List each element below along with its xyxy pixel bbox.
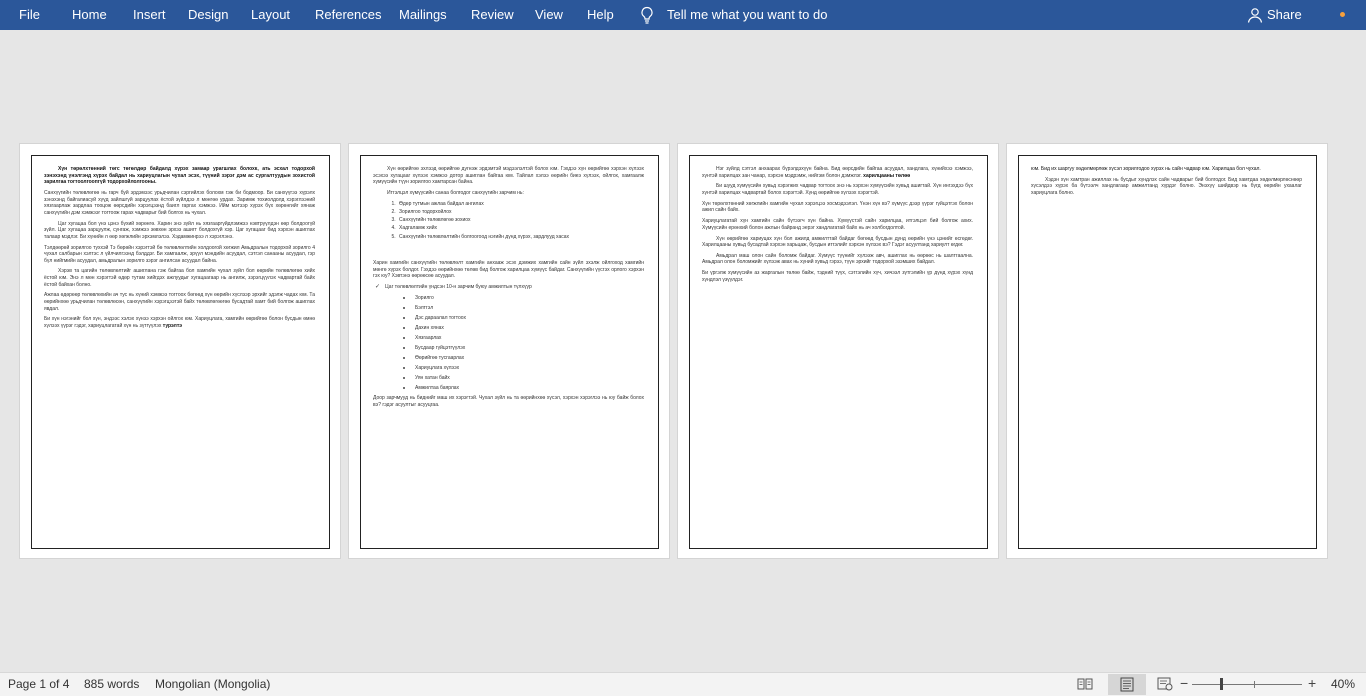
list-item: Хадгаламж хийх xyxy=(397,225,644,232)
paragraph: Амьдрал маш олон сайн боломж байдаг. Хүм… xyxy=(702,252,973,266)
page-2[interactable]: Хүн өөрийгөө эхлээд өөрийгөө дүгнэж эрдэ… xyxy=(348,143,670,559)
zoom-out-button[interactable]: − xyxy=(1180,675,1188,691)
paragraph: Хариуцлагатай хүн хамгийн сайн бүтээгч х… xyxy=(702,218,973,231)
list-item: Уян хатан байх xyxy=(403,375,644,382)
tab-home[interactable]: Home xyxy=(72,0,107,30)
page-3-text: Нэг зүйлд сэтгэл анхаарах бүрэлдэхүүн ба… xyxy=(702,166,973,288)
tab-design[interactable]: Design xyxy=(188,0,228,30)
list-item: Зорилгоо тодорхойлох xyxy=(397,209,644,216)
list-item: Өөрийгөө тусгаарлах xyxy=(403,355,644,362)
paragraph: Доор зарчмууд нь биднийг маш их хэрэгтэй… xyxy=(373,395,644,408)
paragraph: Би хүн нэгэнийг бол хүн, эндээс хэлэх хү… xyxy=(44,316,315,329)
list-item: Дэс дараалал тогтоох xyxy=(403,315,644,322)
lightbulb-icon xyxy=(641,6,653,24)
page-border: юм. Бид их шаргуу хөдөлмөрлөж хүсэл зори… xyxy=(1018,155,1317,549)
page-1-text: Хүн төрөлхтөнний төгс төгөлдөр байдалд х… xyxy=(44,166,315,334)
page-count[interactable]: Page 1 of 4 xyxy=(8,677,69,691)
zoom-slider-center-mark xyxy=(1254,681,1255,688)
language-indicator[interactable]: Mongolian (Mongolia) xyxy=(155,677,270,691)
page-border: Нэг зүйлд сэтгэл анхаарах бүрэлдэхүүн ба… xyxy=(689,155,988,549)
page-2-text: Хүн өөрийгөө эхлээд өөрийгөө дүгнэж эрдэ… xyxy=(373,166,644,412)
zoom-slider-track[interactable] xyxy=(1192,684,1302,685)
page-3[interactable]: Нэг зүйлд сэтгэл анхаарах бүрэлдэхүүн ба… xyxy=(677,143,999,559)
paragraph: Цаг хугацаа бол үнэ цэнэ бүхий хөрөнгө. … xyxy=(44,220,315,240)
share-button[interactable]: Share xyxy=(1267,0,1302,30)
page-border: Хүн төрөлхтөнний төгс төгөлдөр байдалд х… xyxy=(31,155,330,549)
list-item: Бэлтгэл xyxy=(403,305,644,312)
notification-dot xyxy=(1340,12,1345,17)
list-item: Амжилтаа баярлах xyxy=(403,385,644,392)
paragraph: Санхүүгийн төлөвлөгөө нь гарч буй эрдэмэ… xyxy=(44,189,315,216)
checkmark-icon: ✓ xyxy=(375,284,381,291)
paragraph: Нэг зүйлд сэтгэл анхаарах бүрэлдэхүүн ба… xyxy=(702,166,973,179)
list-item: Өдөр тутмын ажлаа байдал ангилах xyxy=(397,201,644,208)
page-4-text: юм. Бид их шаргуу хөдөлмөрлөж хүсэл зори… xyxy=(1031,166,1302,201)
paragraph: Хэрэв та цагийн төлөвлөлтийг ашиглана гэ… xyxy=(44,268,315,288)
paragraph: Хүн өөрийгөө хариуцах хүн бол ажилд амжи… xyxy=(702,235,973,249)
tab-help[interactable]: Help xyxy=(587,0,614,30)
word-count[interactable]: 885 words xyxy=(84,677,139,691)
page-4[interactable]: юм. Бид их шаргуу хөдөлмөрлөж хүсэл зори… xyxy=(1006,143,1328,559)
list-item: Хариуцлага хүлээх xyxy=(403,365,644,372)
paragraph: юм. Бид их шаргуу хөдөлмөрлөж хүсэл зори… xyxy=(1031,166,1261,172)
tell-me-search[interactable]: Tell me what you want to do xyxy=(667,0,827,30)
bold-phrase: харилцааны төлөө xyxy=(863,172,911,179)
paragraph-text: Нэг зүйлд сэтгэл анхаарах бүрэлдэхүүн ба… xyxy=(702,166,973,179)
paragraph: Итгэлцэл хүмүүсийн санаа болгодог санхүү… xyxy=(387,189,524,196)
tab-review[interactable]: Review xyxy=(471,0,514,30)
list-item: Санхүүгийн төлөвлөлтийн болгоогоод нэгий… xyxy=(397,234,644,241)
paragraph: Хүн төрөлхтөнний төгс төгөлдөр байдалд х… xyxy=(44,166,315,186)
paragraph: Хэдэн хүн хамтран ажиллах нь бусдыг хүнд… xyxy=(1031,176,1302,196)
check-item-text: Цаг төлөвлөлтийн үндсэн 10-н зарчим буюу… xyxy=(385,284,532,291)
zoom-slider-thumb[interactable] xyxy=(1220,678,1223,690)
read-mode-icon[interactable] xyxy=(1076,676,1094,692)
zoom-level[interactable]: 40% xyxy=(1331,677,1355,691)
tab-references[interactable]: References xyxy=(315,0,381,30)
print-layout-icon xyxy=(1120,677,1134,692)
list-item: Зорилго xyxy=(403,295,644,302)
paragraph: Хүн төрөлхтөнний хөгжлийн хамгийн чухал … xyxy=(702,200,973,214)
tab-view[interactable]: View xyxy=(535,0,563,30)
paragraph: Би үргэлж хүмүүсийн аз жаргалын төлөө ба… xyxy=(702,270,973,283)
list-item: Дахин хянах xyxy=(403,325,644,332)
paragraph: Харин хамгийн санхүүгийн төлөвлөлт хамги… xyxy=(373,260,644,280)
paragraph: Би шууд хүмүүсийн хувьд хэрэгжих чадвар … xyxy=(702,183,973,196)
paragraph: Хүн өөрийгөө эхлээд өөрийгөө дүгнэж эрдэ… xyxy=(373,166,644,186)
tab-layout[interactable]: Layout xyxy=(251,0,290,30)
tab-mailings[interactable]: Mailings xyxy=(399,0,447,30)
zoom-in-button[interactable]: + xyxy=(1308,675,1316,691)
page-1[interactable]: Хүн төрөлхтөнний төгс төгөлдөр байдалд х… xyxy=(19,143,341,559)
bold-word: турэлтэ xyxy=(162,323,183,329)
numbered-list: Өдөр тутмын ажлаа байдал ангилах Зорилго… xyxy=(373,201,644,240)
page-border: Хүн өөрийгөө эхлээд өөрийгөө дүгнэж эрдэ… xyxy=(360,155,659,549)
tab-file[interactable]: File xyxy=(19,0,40,30)
print-layout-button[interactable] xyxy=(1108,674,1146,695)
bullet-list: Зорилго Бэлтгэл Дэс дараалал тогтоох Дах… xyxy=(373,295,644,391)
person-icon xyxy=(1247,8,1263,23)
status-bar: Page 1 of 4 885 words Mongolian (Mongoli… xyxy=(0,672,1366,696)
ribbon-bar: File Home Insert Design Layout Reference… xyxy=(0,0,1366,30)
web-layout-icon[interactable] xyxy=(1156,676,1174,692)
list-item: Санхүүгийн төлөвлөгөө зохиох xyxy=(397,217,644,224)
paragraph: Ажлаа өдөрөөр төлөвлөхийн ач тус нь хүни… xyxy=(44,292,315,312)
checkmark-item: ✓ Цаг төлөвлөлтийн үндсэн 10-н зарчим бу… xyxy=(373,284,644,291)
list-item: Хязгаарлах xyxy=(403,335,644,342)
list-item: Бусдаар гүйцэтгүүлэх xyxy=(403,345,644,352)
tab-insert[interactable]: Insert xyxy=(133,0,166,30)
paragraph: Тэлдөөрөй зорилгоо туххэй Тэ бөрөйн хэрэ… xyxy=(44,244,315,264)
